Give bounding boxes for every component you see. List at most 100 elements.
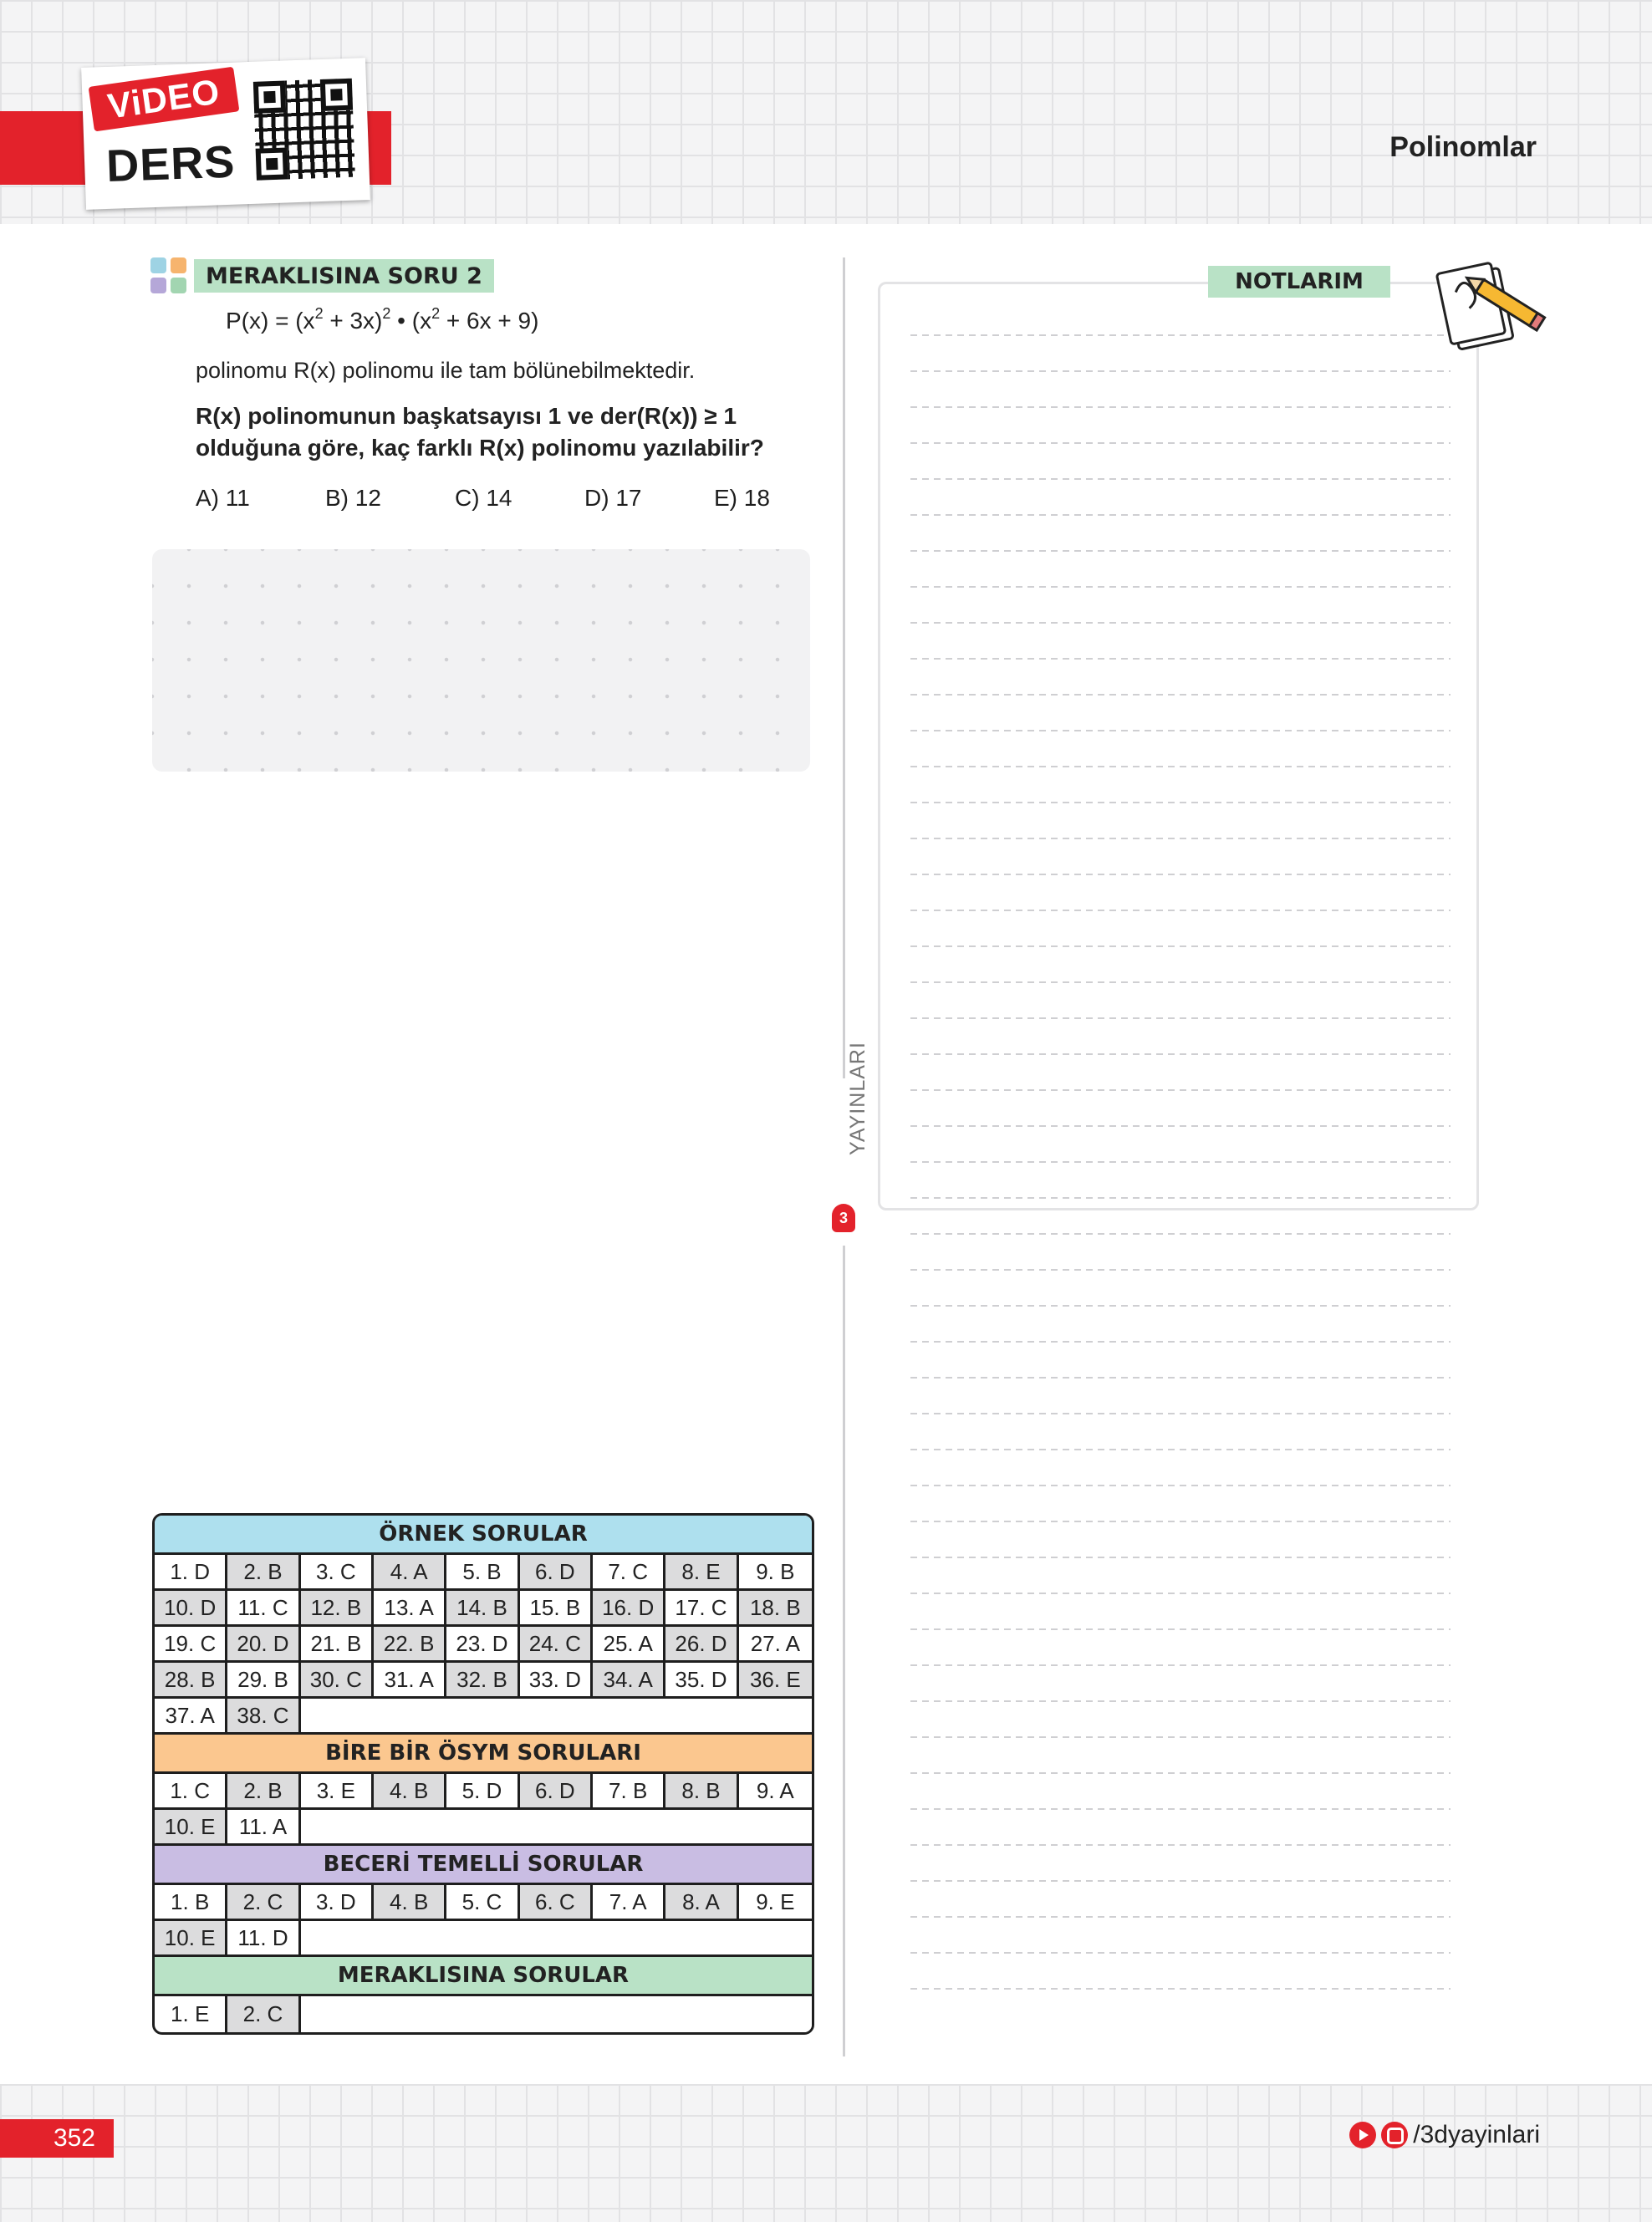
answer-cell: 23. D xyxy=(446,1627,520,1663)
answer-cell: 4. B xyxy=(374,1774,447,1810)
answer-key-section-title: BECERİ TEMELLİ SORULAR xyxy=(155,1846,812,1885)
answer-cell: 7. A xyxy=(593,1885,666,1921)
answer-cell: 36. E xyxy=(738,1663,812,1699)
answer-row-filler xyxy=(300,1996,812,2032)
answer-cell: 38. C xyxy=(227,1699,301,1735)
answer-cell: 2. C xyxy=(227,1996,301,2032)
answer-cell: 27. A xyxy=(738,1627,812,1663)
qr-finder-icon xyxy=(319,78,354,112)
video-ders-logo[interactable]: ViDEO DERS xyxy=(81,58,370,210)
social-handle[interactable]: /3dyayinlari xyxy=(1413,2121,1540,2149)
question-prompt-line: olduğuna göre, kaç farklı R(x) polinomu … xyxy=(196,435,764,461)
answer-cell: 8. B xyxy=(665,1774,739,1810)
answer-cell: 1. B xyxy=(155,1885,228,1921)
instagram-icon[interactable] xyxy=(1381,2122,1409,2148)
header-red-bar-left xyxy=(0,111,87,185)
page-number: 352 xyxy=(0,2119,114,2158)
answer-cell: 11. A xyxy=(227,1810,301,1846)
solution-work-area[interactable] xyxy=(152,549,810,772)
answer-cell: 25. A xyxy=(593,1627,666,1663)
youtube-icon[interactable] xyxy=(1349,2122,1377,2148)
answer-cell: 3. E xyxy=(300,1774,374,1810)
notes-ruled-lines xyxy=(910,301,1451,2015)
answer-cell: 9. B xyxy=(738,1555,812,1591)
answer-cell: 4. A xyxy=(374,1555,447,1591)
answer-key-section-title: BİRE BİR ÖSYM SORULARI xyxy=(155,1735,812,1774)
answer-cell: 14. B xyxy=(446,1591,520,1627)
option-e[interactable]: E) 18 xyxy=(714,485,770,512)
answer-key-table: ÖRNEK SORULAR 1. D 2. B 3. C 4. A 5. B 6. D 7. … xyxy=(152,1513,814,2035)
answer-cell: 15. B xyxy=(519,1591,593,1627)
answer-cell: 8. E xyxy=(665,1555,739,1591)
answer-cell: 11. D xyxy=(227,1921,301,1957)
answer-cell: 2. B xyxy=(227,1555,301,1591)
answer-cell: 6. D xyxy=(519,1555,593,1591)
answer-cell: 11. C xyxy=(227,1591,301,1627)
answer-cell: 5. B xyxy=(446,1555,520,1591)
answer-cell: 31. A xyxy=(374,1663,447,1699)
question-text-line: polinomu R(x) polinomu ile tam bölünebil… xyxy=(196,358,696,383)
question-prompt-line: R(x) polinomunun başkatsayısı 1 ve der(R… xyxy=(196,403,737,429)
answer-options: A) 11 B) 12 C) 14 D) 17 E) 18 xyxy=(196,485,814,518)
question-tag: MERAKLISINA SORU 2 xyxy=(194,259,494,293)
answer-cell: 2. B xyxy=(227,1774,301,1810)
answer-cell: 8. A xyxy=(665,1885,739,1921)
answer-row-filler xyxy=(300,1699,812,1735)
answer-cell: 20. D xyxy=(227,1627,301,1663)
grid-tiles-icon xyxy=(150,257,187,294)
answer-key-section-title: MERAKLISINA SORULAR xyxy=(155,1957,812,1996)
answer-cell: 9. E xyxy=(738,1885,812,1921)
answer-cell: 5. D xyxy=(446,1774,520,1810)
answer-cell: 12. B xyxy=(300,1591,374,1627)
answer-cell: 37. A xyxy=(155,1699,228,1735)
answer-cell: 35. D xyxy=(665,1663,739,1699)
answer-row-filler xyxy=(300,1810,812,1846)
answer-cell: 9. A xyxy=(738,1774,812,1810)
answer-cell: 33. D xyxy=(519,1663,593,1699)
qr-finder-icon xyxy=(252,80,287,114)
qr-code-icon[interactable] xyxy=(252,78,355,181)
answer-key-section-title: ÖRNEK SORULAR xyxy=(155,1516,812,1555)
answer-key-grid: 1. C 2. B 3. E 4. B 5. D 6. D 7. B 8. B 9. A 10. … xyxy=(155,1774,812,1846)
answer-cell: 13. A xyxy=(374,1591,447,1627)
answer-cell: 1. C xyxy=(155,1774,228,1810)
publisher-name: YAYINLARI xyxy=(846,1042,869,1155)
answer-cell: 26. D xyxy=(665,1627,739,1663)
answer-cell: 3. C xyxy=(300,1555,374,1591)
answer-cell: 6. C xyxy=(519,1885,593,1921)
answer-cell: 10. D xyxy=(155,1591,228,1627)
answer-cell: 29. B xyxy=(227,1663,301,1699)
answer-key-grid: 1. E 2. C xyxy=(155,1996,812,2032)
answer-cell: 3. D xyxy=(300,1885,374,1921)
formula: P(x) = (x2 + 3x)2 • (x2 + 6x + 9) xyxy=(226,305,539,334)
answer-cell: 10. E xyxy=(155,1810,228,1846)
answer-cell: 30. C xyxy=(300,1663,374,1699)
answer-cell: 22. B xyxy=(374,1627,447,1663)
social-links[interactable]: /3dyayinlari xyxy=(1349,2121,1540,2149)
answer-cell: 4. B xyxy=(374,1885,447,1921)
option-d[interactable]: D) 17 xyxy=(584,485,641,512)
answer-cell: 2. C xyxy=(227,1885,301,1921)
answer-cell: 5. C xyxy=(446,1885,520,1921)
answer-cell: 10. E xyxy=(155,1921,228,1957)
page-title: Polinomlar xyxy=(1389,131,1537,163)
video-label: ViDEO xyxy=(88,66,240,132)
answer-cell: 1. E xyxy=(155,1996,228,2032)
notes-pencil-icon xyxy=(1435,262,1547,350)
publisher-logo-icon: 3 xyxy=(832,1204,855,1232)
qr-finder-icon xyxy=(255,147,288,181)
answer-cell: 16. D xyxy=(593,1591,666,1627)
option-b[interactable]: B) 12 xyxy=(325,485,381,512)
option-a[interactable]: A) 11 xyxy=(196,485,250,512)
option-c[interactable]: C) 14 xyxy=(455,485,512,512)
answer-cell: 7. B xyxy=(593,1774,666,1810)
answer-cell: 32. B xyxy=(446,1663,520,1699)
answer-cell: 17. C xyxy=(665,1591,739,1627)
answer-row-filler xyxy=(300,1921,812,1957)
answer-key-grid: 1. B 2. C 3. D 4. B 5. C 6. C 7. A 8. A 9. E 10. … xyxy=(155,1885,812,1957)
answer-cell: 28. B xyxy=(155,1663,228,1699)
answer-cell: 7. C xyxy=(593,1555,666,1591)
answer-cell: 34. A xyxy=(593,1663,666,1699)
answer-cell: 1. D xyxy=(155,1555,228,1591)
answer-cell: 24. C xyxy=(519,1627,593,1663)
